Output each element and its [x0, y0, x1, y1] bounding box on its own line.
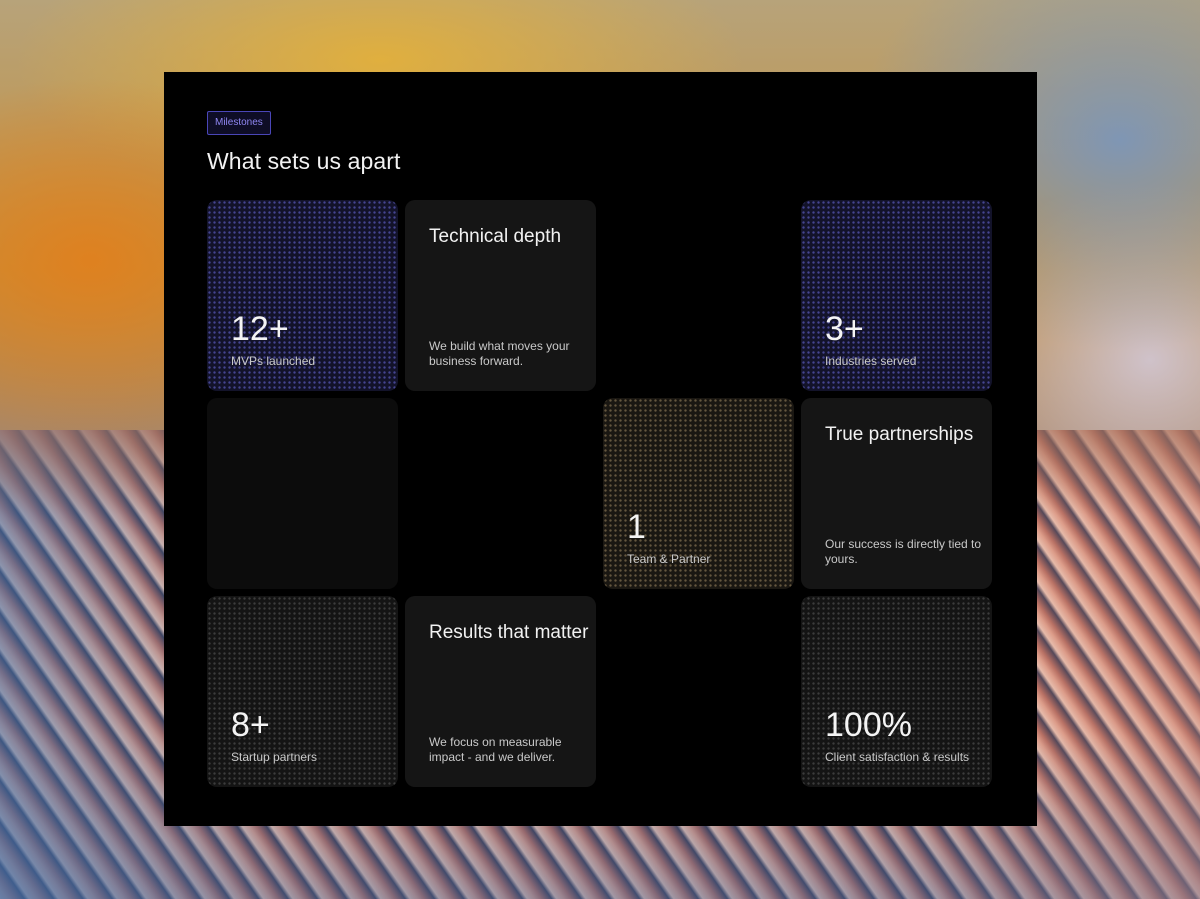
- stat-label: Industries served: [825, 354, 917, 368]
- stat-value: 12+: [231, 310, 289, 348]
- section-title: What sets us apart: [207, 148, 401, 174]
- stat-value: 100%: [825, 706, 912, 744]
- milestones-grid: 12+ MVPs launched Technical depth We bui…: [207, 200, 995, 787]
- feature-card-true-partnerships: True partnerships Our success is directl…: [801, 398, 992, 589]
- stat-card-mvps: 12+ MVPs launched: [207, 200, 398, 391]
- section-tag: Milestones: [207, 111, 271, 135]
- stat-value: 1: [627, 508, 646, 546]
- feature-title: Technical depth: [429, 226, 562, 247]
- feature-title: Results that matter: [429, 622, 589, 643]
- blank-card: [207, 398, 398, 589]
- feature-title: True partnerships: [825, 424, 974, 445]
- milestones-section: Milestones What sets us apart 12+ MVPs l…: [164, 72, 1037, 826]
- stat-label: Team & Partner: [627, 552, 711, 566]
- stat-card-startups: 8+ Startup partners: [207, 596, 398, 787]
- stat-card-industries: 3+ Industries served: [801, 200, 992, 391]
- feature-card-results: Results that matter We focus on measurab…: [405, 596, 596, 787]
- stat-card-team: 1 Team & Partner: [603, 398, 794, 589]
- feature-card-technical-depth: Technical depth We build what moves your…: [405, 200, 596, 391]
- stat-value: 3+: [825, 310, 864, 348]
- stat-card-satisfaction: 100% Client satisfaction & results: [801, 596, 992, 787]
- feature-description: We build what moves your business forwar…: [429, 339, 570, 368]
- stat-label: Client satisfaction & results: [825, 750, 970, 764]
- stat-value: 8+: [231, 706, 270, 744]
- feature-description: We focus on measurable impact - and we d…: [429, 735, 562, 764]
- stat-label: Startup partners: [231, 750, 318, 764]
- empty-cell: [603, 200, 794, 391]
- stat-label: MVPs launched: [231, 354, 316, 368]
- empty-cell: [603, 596, 794, 787]
- feature-description: Our success is directly tied to yours.: [825, 537, 982, 566]
- empty-cell: [405, 398, 596, 589]
